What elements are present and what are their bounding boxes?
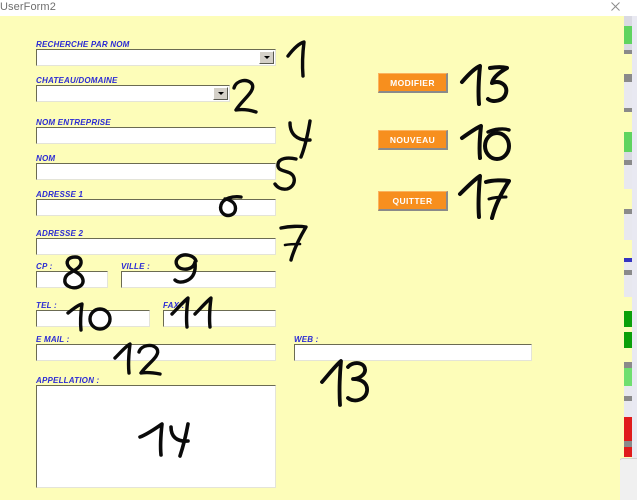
- input-e-mail[interactable]: [36, 344, 276, 361]
- chevron-down-icon[interactable]: [259, 51, 274, 64]
- label-nom-entreprise: NOM ENTREPRISE: [36, 118, 111, 127]
- combobox-recherche-par-nom[interactable]: [36, 49, 276, 66]
- userform-screenshot: UserForm2 RECHERCHE PAR NOM CHATEAU/DOMA…: [0, 0, 637, 500]
- annotation-5: [272, 156, 304, 194]
- close-icon[interactable]: [605, 0, 625, 15]
- window-title: UserForm2: [0, 1, 56, 13]
- annotation-16: [460, 124, 512, 164]
- label-tel: TEL :: [36, 301, 57, 310]
- annotation-13: [320, 358, 374, 410]
- input-tel[interactable]: [36, 310, 150, 327]
- input-adresse-2[interactable]: [36, 238, 276, 255]
- modifier-button[interactable]: MODIFIER: [378, 73, 448, 93]
- annotation-17: [458, 174, 512, 220]
- annotation-2: [230, 78, 264, 118]
- label-recherche-par-nom: RECHERCHE PAR NOM: [36, 40, 130, 49]
- label-nom: NOM: [36, 154, 56, 163]
- window-titlebar: UserForm2: [0, 0, 637, 17]
- label-e-mail: E MAIL :: [36, 335, 70, 344]
- input-fax[interactable]: [163, 310, 276, 327]
- label-cp: CP :: [36, 262, 53, 271]
- input-cp[interactable]: [36, 271, 108, 288]
- chevron-down-icon[interactable]: [213, 87, 228, 100]
- label-web: WEB :: [294, 335, 319, 344]
- annotation-4: [286, 119, 320, 159]
- annotation-1: [286, 40, 322, 80]
- listbox-appellation[interactable]: [36, 385, 276, 488]
- background-window-corner: [618, 458, 637, 500]
- input-adresse-1[interactable]: [36, 199, 276, 216]
- label-chateau-domaine: CHATEAU/DOMAINE: [36, 76, 118, 85]
- label-adresse-2: ADRESSE 2: [36, 229, 84, 238]
- input-web[interactable]: [294, 344, 532, 361]
- input-ville[interactable]: [121, 271, 276, 288]
- quitter-button[interactable]: QUITTER: [378, 191, 448, 211]
- label-adresse-1: ADRESSE 1: [36, 190, 84, 199]
- label-fax: FAX :: [163, 301, 185, 310]
- background-window-pane: [632, 16, 637, 500]
- input-nom[interactable]: [36, 163, 276, 180]
- combobox-chateau-domaine[interactable]: [36, 85, 230, 102]
- nouveau-button[interactable]: NOUVEAU: [378, 130, 448, 150]
- label-ville: VILLE :: [121, 262, 150, 271]
- label-appellation: APPELLATION :: [36, 376, 100, 385]
- annotation-7: [278, 223, 310, 263]
- input-nom-entreprise[interactable]: [36, 127, 276, 144]
- annotation-15: [460, 64, 510, 106]
- userform-surface: RECHERCHE PAR NOM CHATEAU/DOMAINE NOM EN…: [0, 16, 620, 500]
